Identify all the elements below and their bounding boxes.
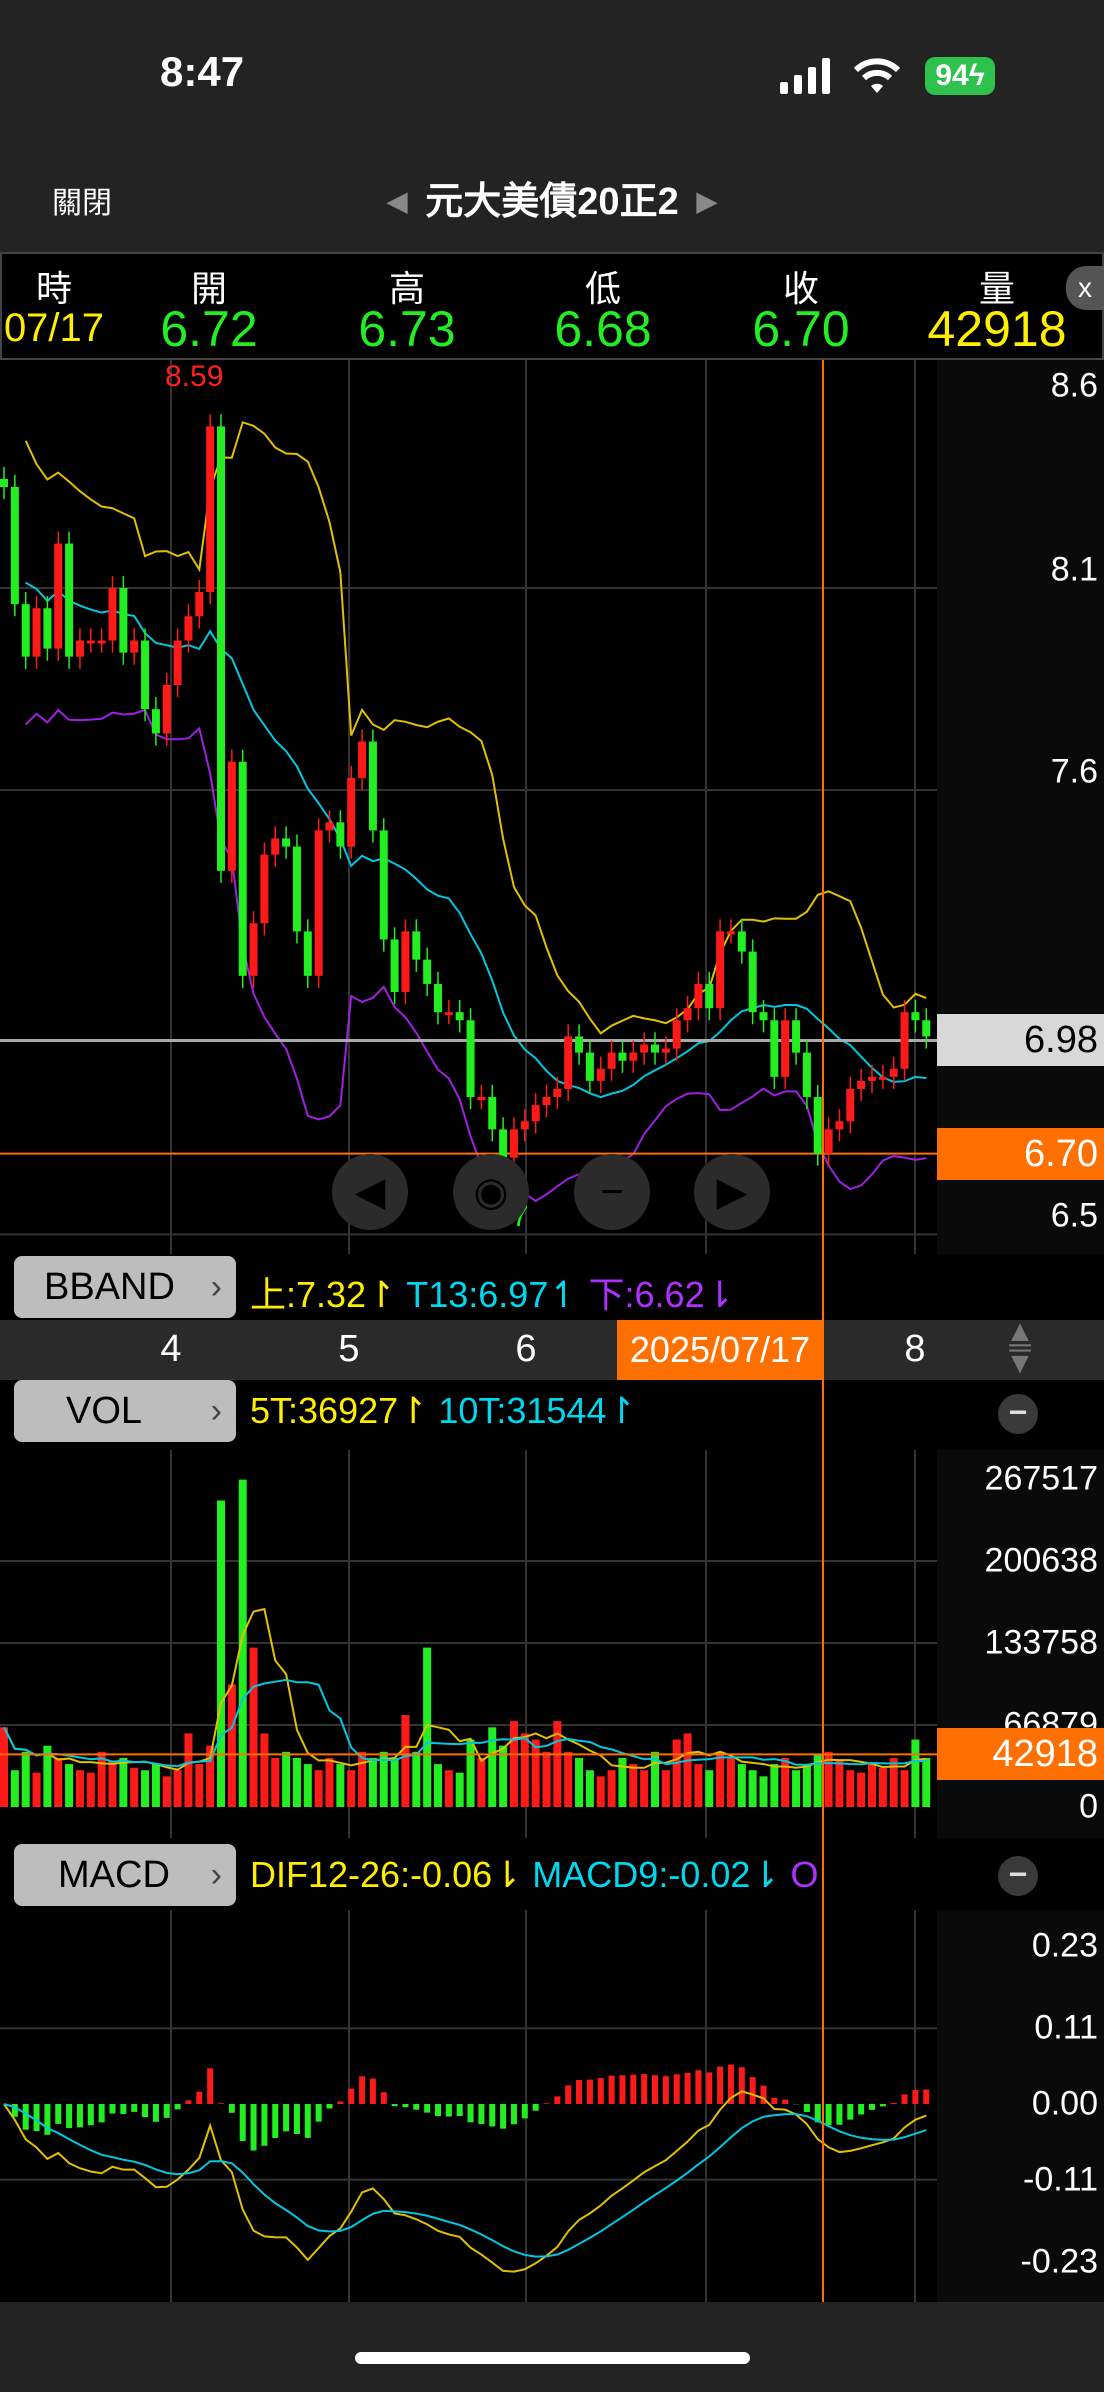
date-axis[interactable]: 4 5 6 2025/07/17 8 ▲ ═ ▼	[0, 1317, 1104, 1380]
bband-mid: T13:6.97	[406, 1274, 549, 1315]
date-label: 5	[338, 1328, 360, 1370]
center-icon[interactable]: ◉	[453, 1154, 529, 1230]
header-value: 6.72	[160, 301, 258, 357]
header-value: 6.68	[554, 301, 652, 357]
chevron-right-icon: ›	[210, 1856, 222, 1894]
chevron-right-icon: ›	[210, 1268, 222, 1306]
macd-axis-label: -0.23	[1020, 2242, 1099, 2281]
price-axis-label: 8.1	[1050, 550, 1098, 589]
macd-dif: DIF12-26:-0.06	[250, 1854, 493, 1895]
prev-icon[interactable]: ◀	[332, 1154, 408, 1230]
vol-button-label: VOL	[66, 1390, 143, 1432]
date-label: 6	[515, 1328, 537, 1370]
price-axis-label: 7.6	[1050, 752, 1098, 791]
signal-icon	[778, 58, 838, 99]
macd-signal: MACD9:-0.02	[532, 1854, 751, 1895]
macd-axis: 0.23 0.11 0.00 -0.11 -0.23	[0, 1910, 1104, 2302]
macd-osc: O	[790, 1854, 819, 1895]
prev-stock-arrow[interactable]: ◀	[387, 186, 407, 216]
macd-axis-label: -0.11	[1023, 2160, 1098, 2199]
volume-axis-label: 0	[1079, 1787, 1098, 1826]
vol-ma5: 5T:36927	[250, 1390, 399, 1431]
bband-lower: 下:6.62	[588, 1274, 705, 1315]
macd-axis-label: 0.11	[1034, 2008, 1098, 2047]
cursor-date: 2025/07/17	[617, 1320, 823, 1380]
zoom-out-icon[interactable]: −	[574, 1154, 650, 1230]
battery-level: 94	[935, 59, 969, 92]
stock-name: 元大美債20正2	[425, 181, 679, 223]
status-time: 8:47	[160, 48, 245, 95]
high-price-label: 8.59	[165, 360, 224, 393]
macd-axis-label: 0.00	[1031, 2084, 1098, 2123]
home-indicator[interactable]	[355, 2352, 750, 2364]
macd-axis-label: 0.23	[1031, 1926, 1098, 1965]
chevron-right-icon: ›	[210, 1392, 222, 1430]
price-axis-label: 8.6	[1050, 366, 1098, 405]
header-value: 6.73	[358, 301, 456, 357]
volume-axis: 267517 200638 133758 66879 0 42918	[0, 1450, 1104, 1838]
vol-ma10: 10T:31544	[438, 1390, 607, 1431]
date-label: 4	[160, 1328, 182, 1370]
close-header-button[interactable]: x	[1066, 266, 1104, 310]
vol-row: VOL › 5T:36927↾ 10T:31544↾ −	[0, 1380, 1104, 1450]
battery-icon: 94ϟ	[925, 57, 995, 95]
last-price-tag: 6.98	[937, 1014, 1104, 1067]
bband-upper: 上:7.32	[250, 1274, 367, 1315]
remove-macd-icon[interactable]: −	[998, 1856, 1038, 1896]
cursor-volume-tag: 42918	[937, 1728, 1104, 1781]
bband-button-label: BBAND	[44, 1266, 175, 1308]
resize-handle-icon[interactable]: ▲ ═ ▼	[1005, 1317, 1035, 1379]
date-label: 8	[904, 1328, 926, 1370]
remove-vol-icon[interactable]: −	[998, 1394, 1038, 1434]
next-stock-arrow[interactable]: ▶	[697, 186, 717, 216]
cursor-price-tag: 6.70	[937, 1127, 1104, 1180]
macd-button[interactable]: MACD ›	[14, 1844, 236, 1906]
volume-axis-label: 267517	[984, 1459, 1098, 1498]
header-value: 42918	[927, 301, 1067, 357]
bband-button[interactable]: BBAND ›	[14, 1256, 236, 1318]
quote-header: 時 07/17 開 6.72 高 6.73 低 6.68 收 6.70 量 42918	[0, 252, 1104, 360]
page-title: ◀ 元大美債20正2 ▶	[0, 170, 1104, 225]
bottom-bar	[0, 2302, 1104, 2392]
next-icon[interactable]: ▶	[694, 1154, 770, 1230]
vol-button[interactable]: VOL ›	[14, 1380, 236, 1442]
price-axis: 8.68.17.66.56.986.708.596.57◀◉−▶	[0, 360, 1104, 1254]
price-axis-label: 6.5	[1050, 1196, 1098, 1235]
bband-row: BBAND › 上:7.32↾ T13:6.97↿ 下:6.62⇂	[0, 1254, 1104, 1320]
header-value: 6.70	[752, 301, 850, 357]
volume-axis-label: 200638	[984, 1541, 1098, 1580]
volume-axis-label: 133758	[984, 1623, 1098, 1662]
macd-row: MACD › DIF12-26:-0.06⇂ MACD9:-0.02⇂ O −	[0, 1838, 1104, 1910]
wifi-icon	[852, 56, 902, 101]
macd-button-label: MACD	[58, 1854, 170, 1896]
